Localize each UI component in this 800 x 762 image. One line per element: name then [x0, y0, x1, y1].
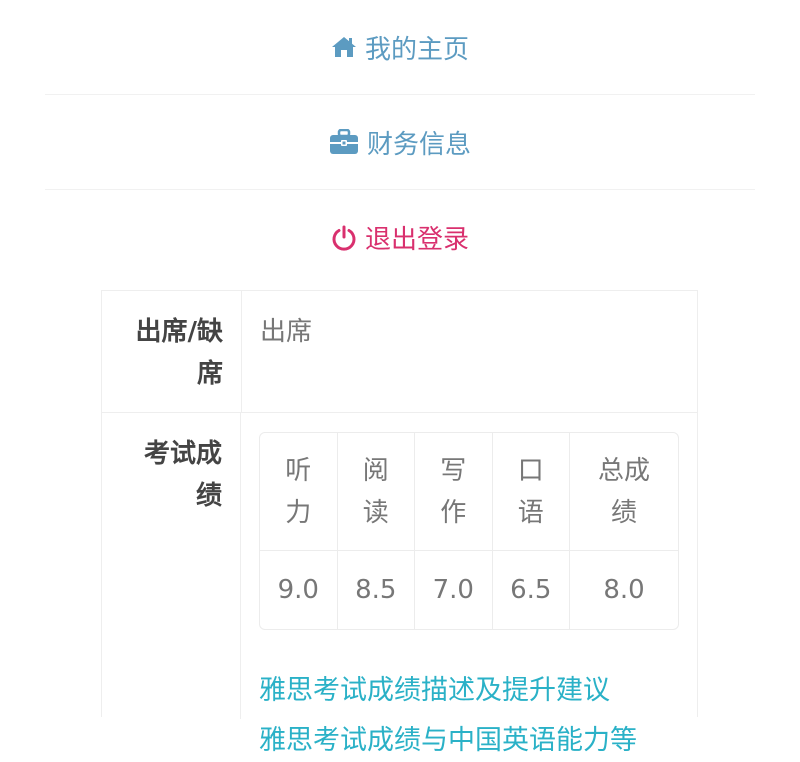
- detail-table: 出席/缺席 出席 考试成绩 听力 阅读 写作 口语 总成绩 9.0 8.5 7.…: [101, 290, 698, 756]
- exam-row: 考试成绩 听力 阅读 写作 口语 总成绩 9.0 8.5 7.0 6.5 8.0: [102, 413, 697, 756]
- score-description-link[interactable]: 雅思考试成绩描述及提升建议: [259, 670, 679, 712]
- score-header-speaking: 口语: [492, 433, 570, 551]
- exam-label: 考试成绩: [102, 413, 241, 719]
- attendance-value: 出席: [260, 317, 313, 347]
- score-header-total: 总成绩: [570, 433, 678, 551]
- score-header-listening: 听力: [260, 433, 338, 551]
- score-writing: 7.0: [415, 551, 493, 629]
- menu-item-label: 财务信息: [366, 129, 471, 160]
- briefcase-icon: [329, 129, 359, 155]
- power-icon: [331, 225, 357, 251]
- score-listening: 9.0: [260, 551, 338, 629]
- attendance-row: 出席/缺席 出席: [102, 291, 697, 413]
- scores-table: 听力 阅读 写作 口语 总成绩 9.0 8.5 7.0 6.5 8.0: [259, 432, 679, 630]
- exam-value: 听力 阅读 写作 口语 总成绩 9.0 8.5 7.0 6.5 8.0 雅思考试…: [241, 413, 697, 756]
- score-header-reading: 阅读: [337, 433, 415, 551]
- menu-item-home[interactable]: 我的主页: [45, 0, 755, 95]
- score-header-writing: 写作: [415, 433, 493, 551]
- home-icon: [331, 35, 357, 59]
- menu-item-logout[interactable]: 退出登录: [45, 190, 755, 285]
- nav-menu: 我的主页 财务信息 退出登录: [45, 0, 755, 285]
- attendance-label: 出席/缺席: [102, 291, 242, 412]
- score-comparison-link[interactable]: 雅思考试成绩与中国英语能力等: [259, 720, 679, 762]
- score-reading: 8.5: [338, 551, 415, 629]
- menu-item-label: 退出登录: [364, 225, 469, 255]
- score-speaking: 6.5: [493, 551, 570, 629]
- menu-item-finance[interactable]: 财务信息: [45, 95, 755, 190]
- menu-item-label: 我的主页: [364, 34, 469, 65]
- score-total: 8.0: [603, 575, 645, 605]
